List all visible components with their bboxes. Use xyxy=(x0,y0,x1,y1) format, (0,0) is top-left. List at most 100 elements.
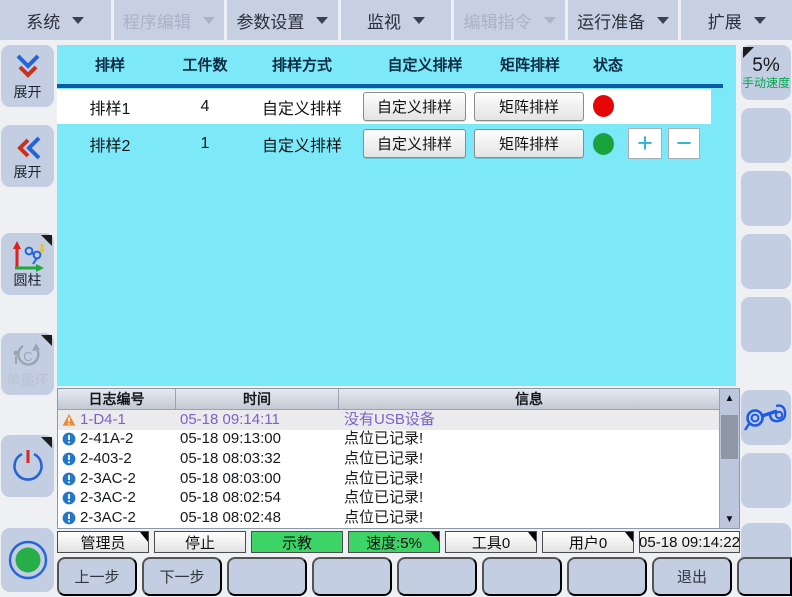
log-row-selected[interactable]: 1-D4-1 05-18 09:14:11 没有USB设备 xyxy=(58,410,719,430)
chevron-down-icon xyxy=(413,17,425,24)
expand-left-label: 展开 xyxy=(14,164,42,180)
chevron-down-icon xyxy=(316,17,328,24)
status-tool[interactable]: 工具0 xyxy=(445,531,537,553)
info-icon xyxy=(62,432,76,446)
right-panel-button-5[interactable] xyxy=(741,297,791,352)
warning-icon xyxy=(62,413,76,427)
info-icon xyxy=(62,491,76,505)
status-user-role[interactable]: 管理员 xyxy=(57,531,149,553)
log-message: 点位已记录! xyxy=(344,508,423,528)
log-row[interactable]: 2-3AC-2 05-18 08:02:54 点位已记录! xyxy=(58,488,719,508)
status-teach-mode: 示教 xyxy=(251,531,343,553)
col-header-nest-mode: 排样方式 xyxy=(272,45,332,84)
scroll-up-icon[interactable]: ▲ xyxy=(720,389,739,407)
menu-parameter-settings-label: 参数设置 xyxy=(236,8,304,33)
status-run-state: 停止 xyxy=(154,531,246,553)
teach-mode-label: 示教 xyxy=(282,532,312,553)
corner-flag-icon xyxy=(41,235,52,246)
previous-step-button[interactable]: 上一步 xyxy=(57,557,137,596)
menu-program-edit-label: 程序编辑 xyxy=(123,8,191,33)
chevron-down-icon xyxy=(203,17,215,24)
user-frame-label: 用户0 xyxy=(569,532,607,553)
menu-system-label: 系统 xyxy=(26,8,60,33)
log-id: 2-3AC-2 xyxy=(80,488,136,508)
bottom-button-6[interactable] xyxy=(482,557,562,596)
chevron-down-icon xyxy=(754,17,766,24)
right-panel-button-4[interactable] xyxy=(741,234,791,289)
log-time: 05-18 08:03:32 xyxy=(180,449,281,469)
robot-arm-button[interactable] xyxy=(741,390,791,445)
exit-button[interactable]: 退出 xyxy=(652,557,732,596)
log-row[interactable]: 2-41A-2 05-18 09:13:00 点位已记录! xyxy=(58,429,719,449)
log-message: 没有USB设备 xyxy=(344,410,435,430)
custom-nest-button[interactable]: 自定义排样 xyxy=(363,129,466,158)
nest-mode: 自定义排样 xyxy=(262,89,342,124)
scrollbar-thumb[interactable] xyxy=(721,415,738,459)
user-role-label: 管理员 xyxy=(80,532,125,553)
nest-count: 1 xyxy=(201,126,210,162)
log-col-message: 信息 xyxy=(339,389,719,410)
run-state-label: 停止 xyxy=(185,532,215,553)
matrix-nest-button[interactable]: 矩阵排样 xyxy=(474,129,584,158)
status-dot-red xyxy=(593,95,614,117)
menu-monitor-label: 监视 xyxy=(367,8,401,33)
bottom-button-4[interactable] xyxy=(312,557,392,596)
status-dot-green xyxy=(593,133,614,155)
log-row[interactable]: 2-3AC-2 05-18 08:03:00 点位已记录! xyxy=(58,469,719,489)
expand-left-button[interactable]: 展开 xyxy=(1,125,54,187)
matrix-nest-button[interactable]: 矩阵排样 xyxy=(474,92,584,121)
log-table-header: 日志编号 时间 信息 xyxy=(58,389,719,410)
menu-run-prepare[interactable]: 运行准备 xyxy=(568,0,682,40)
manual-speed-value: 5% xyxy=(752,56,779,76)
nest-mode: 自定义排样 xyxy=(262,126,342,162)
menu-run-prepare-label: 运行准备 xyxy=(577,8,645,33)
add-row-button[interactable]: + xyxy=(628,128,662,159)
menu-parameter-settings[interactable]: 参数设置 xyxy=(227,0,341,40)
log-row[interactable]: 2-3AC-2 05-18 08:02:42 点位已记录! xyxy=(58,527,719,529)
bottom-button-9[interactable] xyxy=(737,557,792,596)
nesting-table-panel: 排样 工件数 排样方式 自定义排样 矩阵排样 状态 排样1 4 自定义排样 自定… xyxy=(57,45,736,386)
menu-monitor[interactable]: 监视 xyxy=(341,0,455,40)
table-row[interactable]: 排样2 1 自定义排样 自定义排样 矩阵排样 + − xyxy=(57,126,736,162)
status-user-frame[interactable]: 用户0 xyxy=(542,531,634,553)
custom-nest-button[interactable]: 自定义排样 xyxy=(363,92,466,121)
corner-flag-icon xyxy=(41,437,52,448)
status-speed[interactable]: 速度:5% xyxy=(348,531,440,553)
bottom-button-3[interactable] xyxy=(227,557,307,596)
datetime-label: 05-18 09:14:22 xyxy=(639,534,740,551)
manual-speed-label: 手动速度 xyxy=(742,76,790,90)
corner-flag-icon xyxy=(625,532,633,542)
right-panel-button-2[interactable] xyxy=(741,108,791,163)
log-row[interactable]: 2-403-2 05-18 08:03:32 点位已记录! xyxy=(58,449,719,469)
nest-name: 排样2 xyxy=(90,126,131,162)
bottom-button-7[interactable] xyxy=(567,557,647,596)
right-panel-button-3[interactable] xyxy=(741,171,791,226)
log-panel: 日志编号 时间 信息 1-D4-1 05-18 09:14:11 没有USB设备… xyxy=(57,388,740,529)
scroll-down-icon[interactable]: ▼ xyxy=(720,510,739,528)
right-panel-button-7[interactable] xyxy=(741,453,791,508)
manual-speed-button[interactable]: 5% 手动速度 xyxy=(741,45,791,100)
corner-flag-icon xyxy=(41,335,52,346)
next-step-button[interactable]: 下一步 xyxy=(142,557,222,596)
menu-expand-label: 扩展 xyxy=(708,8,742,33)
power-button[interactable] xyxy=(1,435,54,497)
menu-system[interactable]: 系统 xyxy=(0,0,114,40)
svg-text:C: C xyxy=(23,349,32,364)
log-scrollbar[interactable]: ▲ ▼ xyxy=(719,389,739,528)
power-icon xyxy=(8,446,48,486)
tool-label: 工具0 xyxy=(472,532,510,553)
single-cycle-label: 单循环 xyxy=(7,372,49,388)
status-bar: 管理员 停止 示教 速度:5% 工具0 用户0 05-18 09:14:22 xyxy=(0,531,792,553)
bottom-button-5[interactable] xyxy=(397,557,477,596)
menu-expand[interactable]: 扩展 xyxy=(681,0,792,40)
corner-flag-icon xyxy=(743,47,754,58)
table-row[interactable]: 排样1 4 自定义排样 自定义排样 矩阵排样 xyxy=(57,89,711,124)
expand-down-button[interactable]: 展开 xyxy=(1,45,54,107)
info-icon xyxy=(62,452,76,466)
log-message: 点位已记录! xyxy=(344,429,423,449)
nest-count: 4 xyxy=(201,89,210,124)
cylinder-coordinate-button[interactable]: 圆柱 xyxy=(1,233,54,295)
log-id: 2-41A-2 xyxy=(80,429,133,449)
log-row[interactable]: 2-3AC-2 05-18 08:02:48 点位已记录! xyxy=(58,508,719,528)
remove-row-button[interactable]: − xyxy=(668,128,700,159)
